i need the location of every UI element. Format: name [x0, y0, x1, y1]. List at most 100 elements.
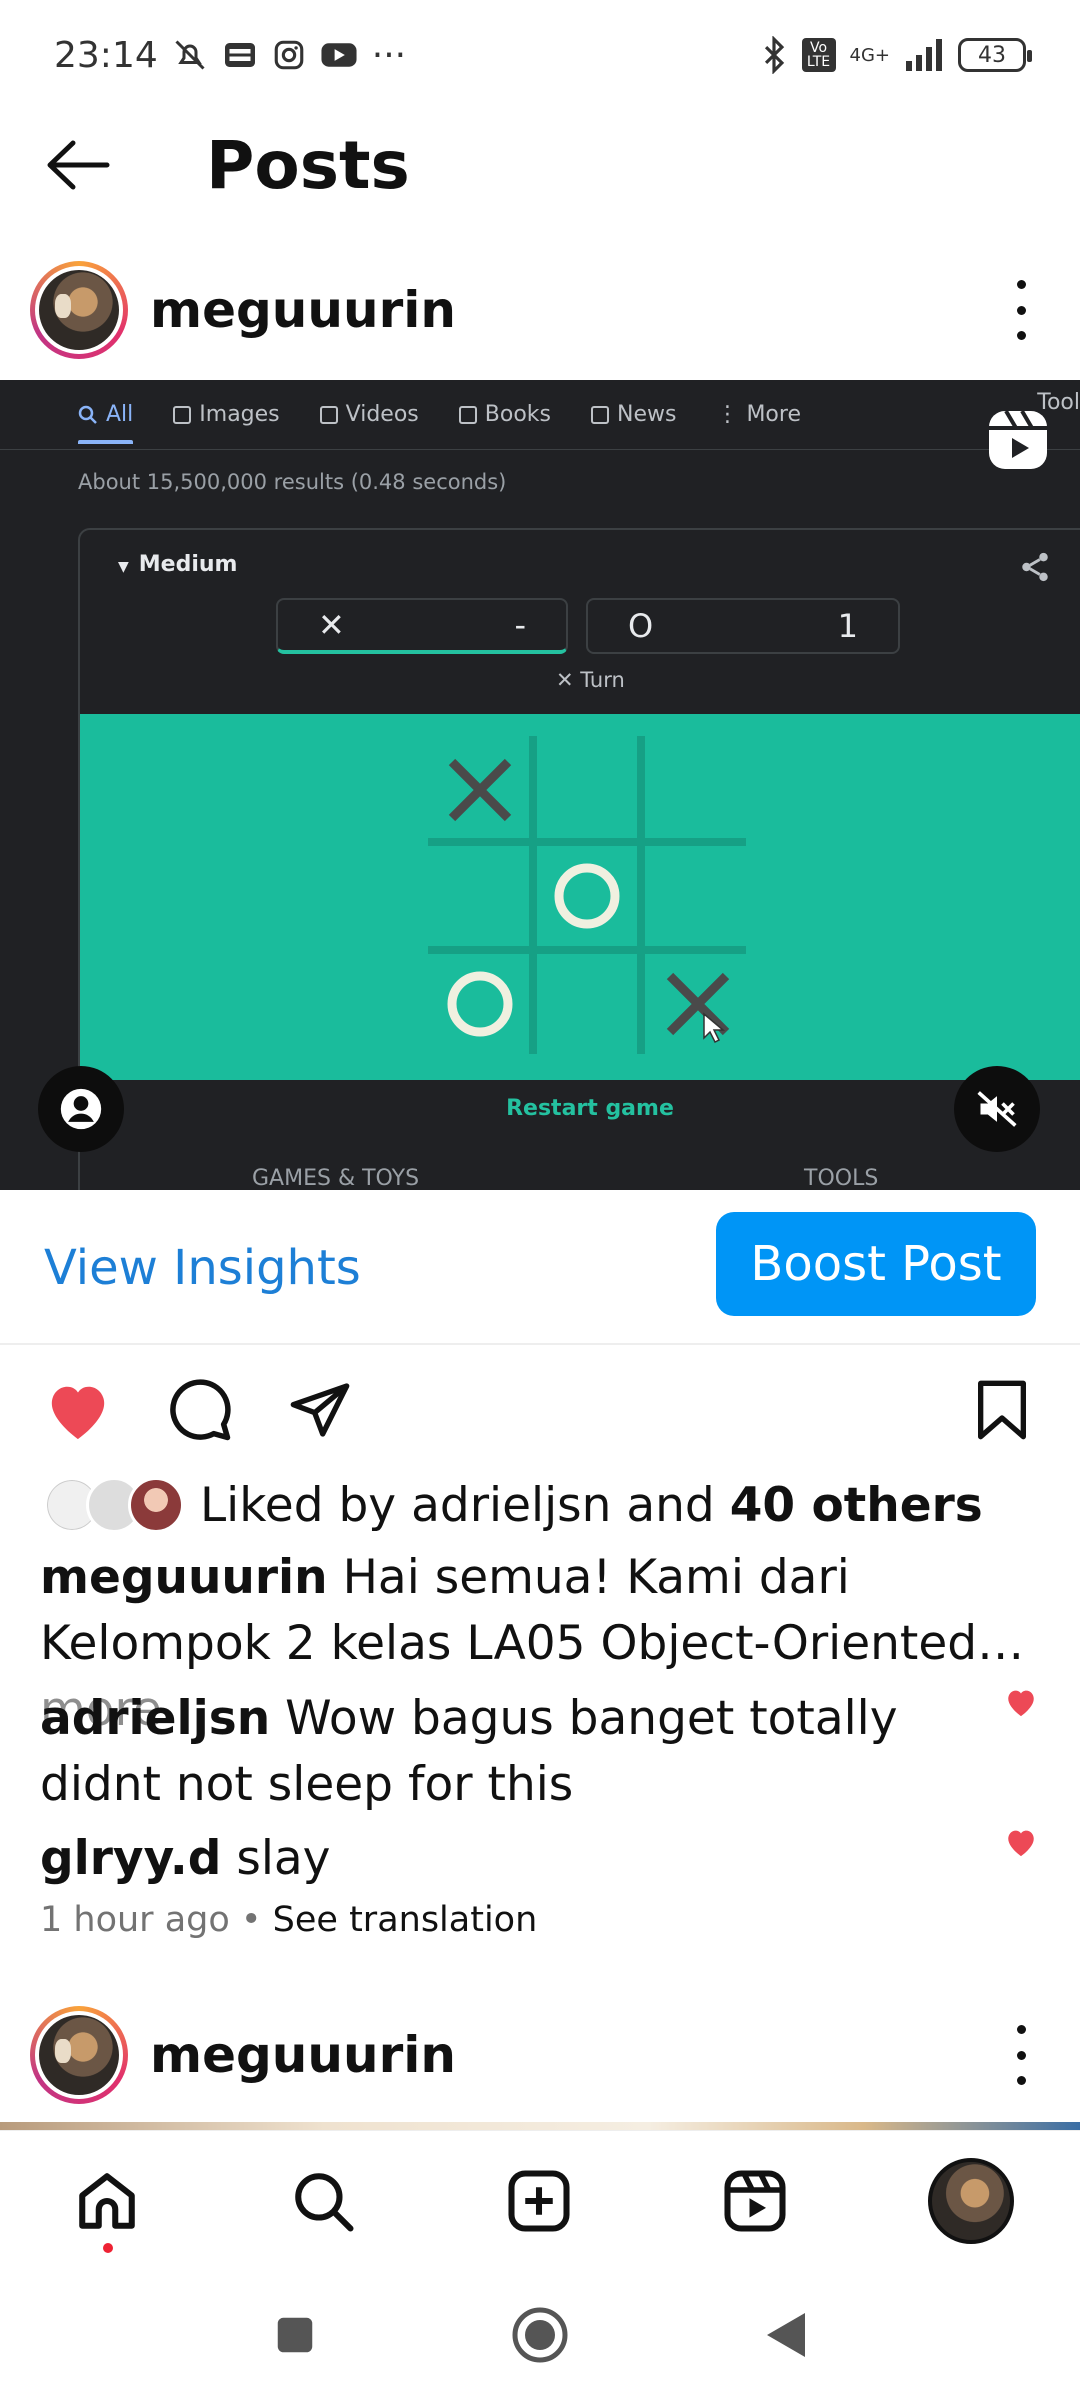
- notification-dot: [103, 2243, 113, 2253]
- comment-item: adrieljsn Wow bagus banget totally didnt…: [40, 1686, 980, 1818]
- news-icon: [590, 405, 609, 424]
- comment-like-button[interactable]: [1004, 1826, 1038, 1860]
- next-post-media-peek: [0, 2122, 1080, 2130]
- heart-filled-icon: [51, 1386, 105, 1440]
- book-icon: [458, 405, 477, 424]
- video-icon: [319, 405, 338, 424]
- square-icon: [277, 2317, 313, 2353]
- comment-button[interactable]: [164, 1374, 236, 1446]
- home-button[interactable]: [505, 2300, 575, 2370]
- heart-filled-icon: [1008, 1830, 1034, 1857]
- avatar: [928, 2158, 1014, 2244]
- tab-videos: Videos: [319, 402, 419, 427]
- nav-profile[interactable]: [926, 2156, 1016, 2246]
- plus-square-icon: [508, 2170, 570, 2232]
- triangle-back-icon: [767, 2313, 805, 2357]
- tab-news: News: [590, 402, 676, 427]
- comment-username[interactable]: glryy.d: [40, 1831, 221, 1886]
- post-media[interactable]: All Images Videos Books News ⋮ More Tool …: [0, 380, 1080, 1190]
- post-time: 1 hour ago: [40, 1900, 230, 1940]
- post-header: meguuurin: [0, 1995, 1080, 2115]
- caret-down-icon: ▼: [118, 559, 129, 575]
- reels-icon: [724, 2170, 786, 2232]
- post-username[interactable]: meguuurin: [150, 2026, 456, 2084]
- page-title: Posts: [206, 126, 410, 204]
- status-more: ···: [371, 34, 407, 76]
- share-button[interactable]: [284, 1374, 356, 1446]
- battery-indicator: 43: [958, 38, 1032, 72]
- post-header: meguuurin: [0, 250, 1080, 370]
- youtube-icon: [320, 38, 358, 72]
- nav-search[interactable]: [278, 2156, 368, 2246]
- home-icon: [79, 2173, 135, 2229]
- liked-by-text: Liked by adrieljsn and 40 others: [200, 1477, 983, 1533]
- page-header: Posts: [0, 110, 1080, 220]
- avatar[interactable]: [30, 261, 128, 359]
- bottom-nav: [0, 2130, 1080, 2270]
- liker-avatars: [44, 1477, 194, 1533]
- search-icon: [295, 2173, 354, 2232]
- turn-indicator: ✕ Turn: [556, 668, 625, 692]
- comment-text: slay: [221, 1831, 331, 1886]
- battery-level: 43: [978, 42, 1006, 68]
- paper-plane-icon: [290, 1383, 350, 1437]
- bookmark-icon: [978, 1380, 1026, 1440]
- post-username[interactable]: meguuurin: [150, 281, 456, 339]
- comment-icon: [170, 1379, 231, 1441]
- results-count: About 15,500,000 results (0.48 seconds): [78, 470, 507, 494]
- instagram-icon: [272, 38, 306, 72]
- save-button[interactable]: [966, 1374, 1038, 1446]
- boost-post-button[interactable]: Boost Post: [716, 1212, 1036, 1316]
- post-actions: [0, 1360, 1080, 1460]
- circle-icon: [512, 2307, 568, 2363]
- tagged-people-button[interactable]: [38, 1066, 124, 1152]
- see-translation-link[interactable]: See translation: [273, 1900, 538, 1940]
- search-tabs: All Images Videos Books News ⋮ More: [0, 380, 1080, 450]
- tic-tac-toe-card: ▼ Medium ✕ - O 1 ✕ Turn Restart game GAM…: [78, 528, 1080, 1190]
- volte-badge: Vo LTE: [801, 38, 836, 72]
- status-time: 23:14: [54, 34, 158, 76]
- vertical-dots-icon: ⋮: [716, 402, 739, 427]
- back-button[interactable]: [40, 127, 116, 203]
- arrow-left-icon: [47, 140, 110, 190]
- mute-button[interactable]: [954, 1066, 1040, 1152]
- heart-filled-icon: [1008, 1690, 1034, 1717]
- liked-by-row[interactable]: Liked by adrieljsn and 40 others: [44, 1470, 983, 1540]
- webtoon-icon: [222, 37, 258, 73]
- restart-game-button: Restart game: [506, 1096, 674, 1121]
- bluetooth-icon: [760, 36, 788, 74]
- more-options-icon[interactable]: [1006, 280, 1036, 340]
- post-meta: 1 hour ago • See translation: [40, 1900, 538, 1940]
- nav-home[interactable]: [62, 2156, 152, 2246]
- status-bar: 23:14 ··· Vo LTE 4G+ 43: [0, 0, 1080, 110]
- tab-images: Images: [173, 402, 280, 427]
- share-icon: [1018, 550, 1052, 588]
- tab-books: Books: [458, 402, 551, 427]
- comment-like-button[interactable]: [1004, 1686, 1038, 1720]
- recents-button[interactable]: [260, 2300, 330, 2370]
- tab-more: ⋮ More: [716, 402, 801, 427]
- search-icon: [78, 405, 97, 424]
- avatar: [128, 1477, 184, 1533]
- speaker-muted-icon: [977, 1091, 1017, 1127]
- comment-username[interactable]: adrieljsn: [40, 1691, 270, 1746]
- back-nav-button[interactable]: [750, 2300, 820, 2370]
- like-button[interactable]: [42, 1374, 114, 1446]
- network-type: 4G+: [849, 44, 890, 66]
- nav-reels[interactable]: [710, 2156, 800, 2246]
- avatar[interactable]: [30, 2006, 128, 2104]
- more-options-icon[interactable]: [1006, 2025, 1036, 2085]
- person-icon: [60, 1088, 102, 1130]
- game-board: [80, 714, 1080, 1080]
- score-x: ✕ -: [276, 598, 568, 654]
- score-o: O 1: [586, 598, 900, 654]
- view-insights-link[interactable]: View Insights: [44, 1240, 361, 1296]
- signal-icon: [904, 39, 944, 71]
- nav-create[interactable]: [494, 2156, 584, 2246]
- system-navigation: [0, 2270, 1080, 2400]
- comment-item: glryy.d slay: [40, 1826, 980, 1892]
- insights-row: View Insights Boost Post: [0, 1190, 1080, 1345]
- image-icon: [173, 405, 192, 424]
- mute-bell-icon: [172, 37, 208, 73]
- caption-username: meguuurin: [40, 1550, 328, 1605]
